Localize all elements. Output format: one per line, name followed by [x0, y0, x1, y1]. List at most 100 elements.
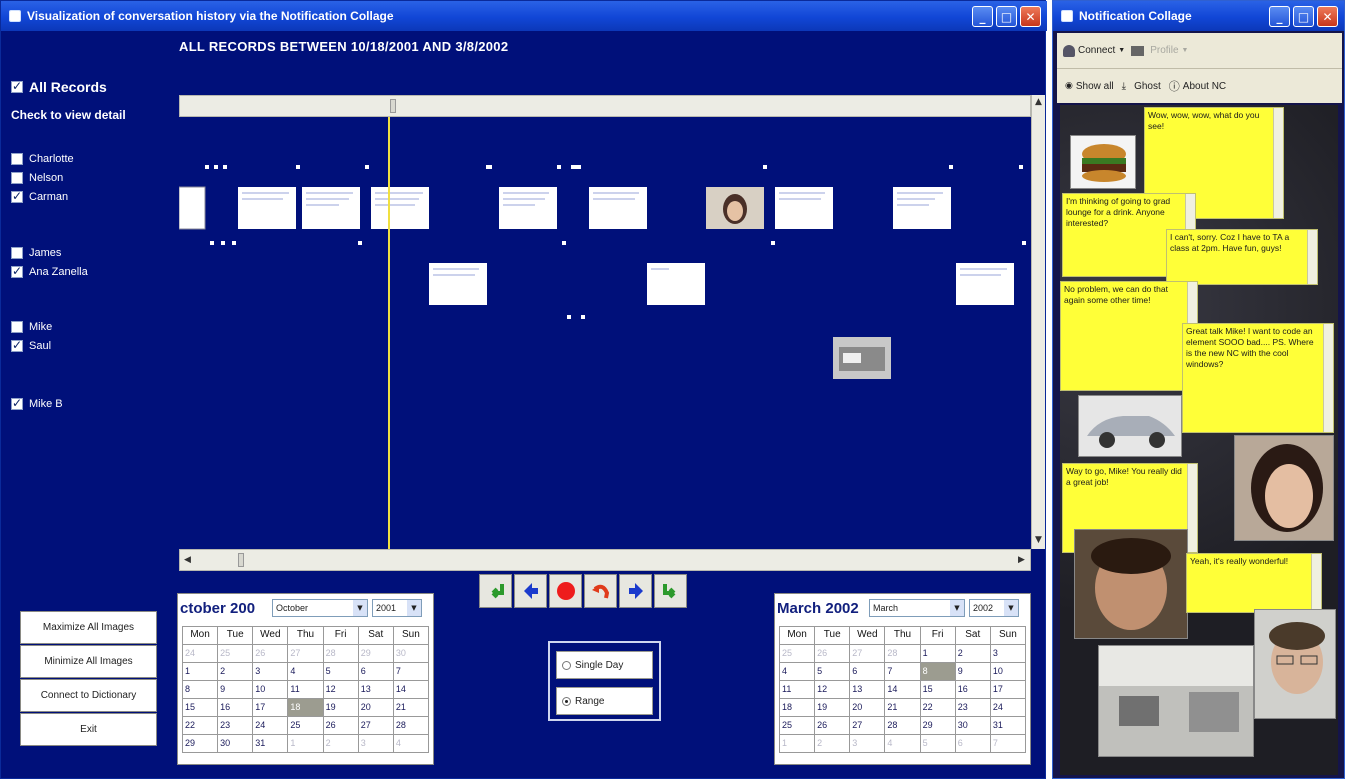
calendar-day[interactable]: 6 — [955, 735, 991, 753]
calendar-day[interactable]: 4 — [780, 663, 816, 681]
calendar-day[interactable]: 1 — [183, 663, 219, 681]
calendar-day[interactable]: 28 — [885, 717, 921, 735]
end-date-calendar[interactable]: March 2002 March ▼ 2002 ▼ Mon Tue Wed Thu Fr… — [774, 593, 1031, 765]
scroll-up-icon[interactable]: ▲ — [1035, 97, 1042, 107]
calendar-day[interactable]: 4 — [288, 663, 324, 681]
calendar-day[interactable]: 26 — [815, 717, 851, 735]
calendar-day[interactable]: 25 — [780, 645, 816, 663]
calendar-day[interactable]: 1 — [288, 735, 324, 753]
calendar-day[interactable]: 22 — [920, 699, 956, 717]
calendar-day[interactable]: 7 — [885, 663, 921, 681]
note-card[interactable]: No problem, we can do that again some ot… — [1060, 281, 1198, 391]
calendar-day[interactable]: 12 — [323, 681, 359, 699]
chevron-down-icon[interactable]: ▼ — [407, 600, 421, 616]
profile-menu[interactable]: Profile ▼ — [1150, 45, 1188, 56]
month-select[interactable]: October ▼ — [272, 599, 368, 617]
calendar-day[interactable]: 9 — [955, 663, 991, 681]
calendar-day[interactable]: 16 — [955, 681, 991, 699]
timeline-plot[interactable] — [179, 117, 1031, 549]
calendar-day[interactable]: 28 — [885, 645, 921, 663]
checkbox-icon[interactable] — [11, 321, 23, 333]
undo-button[interactable] — [584, 574, 617, 608]
maximize-window-button[interactable]: □ — [996, 6, 1017, 27]
jump-end-button[interactable] — [654, 574, 687, 608]
person-checkbox[interactable]: Carman — [11, 189, 68, 203]
calendar-day[interactable]: 19 — [815, 699, 851, 717]
connect-dictionary-button[interactable]: Connect to Dictionary — [20, 679, 157, 712]
calendar-day[interactable]: 23 — [955, 699, 991, 717]
calendar-day[interactable]: 30 — [955, 717, 991, 735]
about-nc-button[interactable]: ⓘ About NC — [1169, 78, 1226, 94]
calendar-day[interactable]: 2 — [323, 735, 359, 753]
calendar-day[interactable]: 29 — [183, 735, 219, 753]
calendar-day[interactable]: 9 — [218, 681, 254, 699]
ghost-button[interactable]: Ghost — [1134, 81, 1161, 92]
calendar-day[interactable]: 5 — [323, 663, 359, 681]
calendar-day[interactable]: 17 — [990, 681, 1026, 699]
main-title-bar[interactable]: Visualization of conversation history vi… — [1, 1, 1047, 31]
calendar-day[interactable]: 3 — [990, 645, 1026, 663]
calendar-day[interactable]: 26 — [815, 645, 851, 663]
checkbox-icon[interactable] — [11, 189, 23, 203]
connect-menu[interactable]: Connect ▼ — [1063, 44, 1125, 57]
note-scrollbar[interactable] — [1307, 230, 1317, 284]
minimize-images-button[interactable]: Minimize All Images — [20, 645, 157, 678]
person-checkbox[interactable]: James — [11, 247, 61, 259]
month-select[interactable]: March ▼ — [869, 599, 965, 617]
calendar-day[interactable]: 6 — [358, 663, 394, 681]
calendar-day[interactable]: 8 — [920, 663, 956, 681]
calendar-day[interactable]: 19 — [323, 699, 359, 717]
person-checkbox[interactable]: Nelson — [11, 172, 63, 184]
calendar-day[interactable]: 27 — [358, 717, 394, 735]
note-scrollbar[interactable] — [1323, 324, 1333, 432]
calendar-day[interactable]: 25 — [288, 717, 324, 735]
exit-button[interactable]: Exit — [20, 713, 157, 746]
chevron-down-icon[interactable]: ▼ — [950, 600, 964, 616]
checkbox-icon[interactable] — [11, 338, 23, 352]
calendar-day[interactable]: 22 — [183, 717, 219, 735]
note-scrollbar[interactable] — [1273, 108, 1283, 218]
scroll-left-icon[interactable]: ◀ — [184, 555, 191, 565]
calendar-day[interactable]: 27 — [850, 717, 886, 735]
calendar-day[interactable]: 2 — [815, 735, 851, 753]
jump-start-button[interactable] — [479, 574, 512, 608]
note-scrollbar[interactable] — [1311, 554, 1321, 612]
calendar-day[interactable]: 31 — [253, 735, 289, 753]
checkbox-icon[interactable] — [11, 153, 23, 165]
year-select[interactable]: 2001 ▼ — [372, 599, 422, 617]
car-photo[interactable] — [1078, 395, 1182, 457]
calendar-day[interactable]: 21 — [393, 699, 429, 717]
burger-photo[interactable] — [1070, 135, 1136, 189]
calendar-day[interactable]: 27 — [288, 645, 324, 663]
chevron-down-icon[interactable]: ▼ — [1004, 600, 1018, 616]
calendar-day[interactable]: 12 — [815, 681, 851, 699]
calendar-day[interactable]: 30 — [218, 735, 254, 753]
calendar-day[interactable]: 28 — [393, 717, 429, 735]
calendar-day[interactable]: 3 — [358, 735, 394, 753]
calendar-day[interactable]: 21 — [885, 699, 921, 717]
start-date-calendar[interactable]: ctober 200 October ▼ 2001 ▼ Mon Tue Wed Thu… — [177, 593, 434, 765]
calendar-day[interactable]: 29 — [920, 717, 956, 735]
folder-icon[interactable] — [1131, 45, 1145, 56]
calendar-day[interactable]: 24 — [253, 717, 289, 735]
stop-button[interactable] — [549, 574, 582, 608]
calendar-day[interactable]: 15 — [920, 681, 956, 699]
calendar-day[interactable]: 8 — [183, 681, 219, 699]
man-photo[interactable] — [1074, 529, 1188, 639]
timeline-top-scrollbar[interactable] — [179, 95, 1031, 117]
room-photo[interactable] — [1098, 645, 1254, 757]
woman-photo[interactable] — [1234, 435, 1334, 541]
minimize-window-button[interactable]: _ — [972, 6, 993, 27]
radio-icon[interactable] — [562, 696, 571, 706]
person-checkbox[interactable]: Mike B — [11, 396, 63, 410]
note-card[interactable]: Great talk Mike! I want to code an eleme… — [1182, 323, 1334, 433]
calendar-day[interactable]: 15 — [183, 699, 219, 717]
maximize-window-button[interactable]: □ — [1293, 6, 1314, 27]
calendar-day[interactable]: 26 — [253, 645, 289, 663]
chevron-down-icon[interactable]: ▼ — [353, 600, 367, 616]
calendar-day[interactable]: 20 — [358, 699, 394, 717]
calendar-day[interactable]: 7 — [393, 663, 429, 681]
scroll-down-icon[interactable]: ▼ — [1035, 535, 1042, 545]
show-all-button[interactable]: ◉ Show all — [1065, 81, 1114, 92]
calendar-day[interactable]: 3 — [850, 735, 886, 753]
